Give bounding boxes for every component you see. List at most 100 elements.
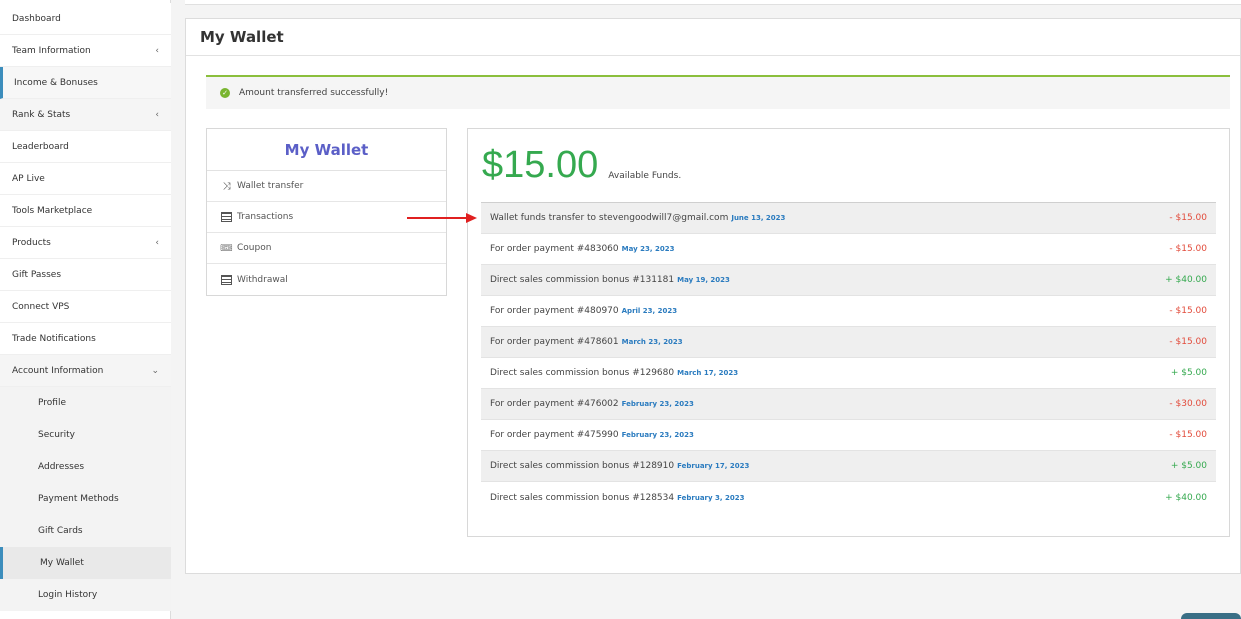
sidebar-item-products[interactable]: Products ‹ xyxy=(0,227,171,259)
sidebar-item-ap-live[interactable]: AP Live xyxy=(0,163,171,195)
transaction-date: April 23, 2023 xyxy=(621,307,678,315)
funds-summary: $15.00 Available Funds. xyxy=(482,145,681,185)
sidebar-item-label: Payment Methods xyxy=(38,494,119,504)
transaction-description: For order payment #480970 xyxy=(490,306,619,316)
sidebar-item-label: Login History xyxy=(38,590,98,600)
chevron-down-icon: ⌄ xyxy=(151,365,159,376)
sidebar-subitem-login-history[interactable]: Login History xyxy=(0,579,171,611)
transaction-description: For order payment #478601 xyxy=(490,337,619,347)
sidebar-item-dashboard[interactable]: Dashboard xyxy=(0,3,171,35)
alert-message: Amount transferred successfully! xyxy=(239,88,389,98)
sidebar-item-rank-stats[interactable]: Rank & Stats ‹ xyxy=(0,99,171,131)
table-row: Direct sales commission bonus #129680 Mar… xyxy=(481,358,1216,389)
transaction-date: February 3, 2023 xyxy=(677,493,745,502)
sidebar-subitem-profile[interactable]: Profile xyxy=(0,387,171,419)
chevron-left-icon: ‹ xyxy=(155,45,159,56)
wallet-menu-wallet-transfer[interactable]: ⤨ Wallet transfer xyxy=(207,171,446,202)
wallet-menu-label: Withdrawal xyxy=(237,274,288,285)
available-funds-label: Available Funds. xyxy=(608,171,682,181)
transaction-date: May 23, 2023 xyxy=(621,245,675,253)
table-row: For order payment #478601 March 23, 2023 … xyxy=(481,327,1216,358)
table-row: Direct sales commission bonus #128910 Feb… xyxy=(481,451,1216,482)
sidebar-item-trade-notifications[interactable]: Trade Notifications xyxy=(0,323,171,355)
transaction-amount: - $15.00 xyxy=(1169,244,1207,254)
transactions-table: Wallet funds transfer to stevengoodwill7… xyxy=(481,202,1216,513)
chat-widget-button[interactable] xyxy=(1181,613,1241,619)
table-row: Direct sales commission bonus #128534 Feb… xyxy=(481,482,1216,513)
sidebar-item-label: Rank & Stats xyxy=(12,109,71,120)
transaction-date: February 17, 2023 xyxy=(677,462,750,470)
sidebar-item-label: Dashboard xyxy=(12,13,61,24)
wallet-menu-coupon[interactable]: 🎟 Coupon xyxy=(207,233,446,264)
success-alert: ✓ Amount transferred successfully! xyxy=(206,75,1230,109)
chevron-left-icon: ‹ xyxy=(155,109,159,120)
sidebar: Dashboard Team Information ‹ Income & Bon… xyxy=(0,0,171,619)
sidebar-item-label: Gift Passes xyxy=(12,269,62,280)
sidebar-item-gift-passes[interactable]: Gift Passes xyxy=(0,259,171,291)
wallet-menu-label: Coupon xyxy=(237,243,272,253)
page-title: My Wallet xyxy=(186,19,1240,56)
wallet-menu-withdrawal[interactable]: Withdrawal xyxy=(207,264,446,295)
available-funds-amount: $15.00 xyxy=(482,144,599,186)
sidebar-item-team-information[interactable]: Team Information ‹ xyxy=(0,35,171,67)
annotation-arrow-icon xyxy=(407,213,477,223)
transaction-date: February 23, 2023 xyxy=(621,431,694,439)
transaction-amount: + $40.00 xyxy=(1165,275,1207,285)
table-row: Wallet funds transfer to stevengoodwill7… xyxy=(481,203,1216,234)
transaction-amount: - $15.00 xyxy=(1169,430,1207,440)
sidebar-item-label: Addresses xyxy=(38,462,85,472)
chevron-left-icon: ‹ xyxy=(155,237,159,248)
transaction-description: Direct sales commission bonus #128534 xyxy=(490,492,675,503)
transaction-amount: + $40.00 xyxy=(1165,492,1207,503)
table-row: For order payment #476002 February 23, 20… xyxy=(481,389,1216,420)
transaction-description: For order payment #483060 xyxy=(490,244,619,254)
sidebar-subitem-payment-methods[interactable]: Payment Methods xyxy=(0,483,171,515)
transaction-date: March 17, 2023 xyxy=(677,369,739,377)
list-icon xyxy=(221,212,232,222)
table-row: For order payment #483060 May 23, 2023 - … xyxy=(481,234,1216,265)
funds-panel: $15.00 Available Funds. Wallet funds tra… xyxy=(467,128,1230,537)
sidebar-item-label: Tools Marketplace xyxy=(12,205,93,216)
sidebar-item-label: Products xyxy=(12,237,51,248)
sidebar-item-label: Leaderboard xyxy=(12,141,69,152)
transaction-amount: - $15.00 xyxy=(1169,306,1207,316)
transaction-description: Direct sales commission bonus #129680 xyxy=(490,368,675,378)
sidebar-item-connect-vps[interactable]: Connect VPS xyxy=(0,291,171,323)
list-icon xyxy=(221,274,232,285)
transaction-amount: - $15.00 xyxy=(1169,337,1207,347)
sidebar-subitem-security[interactable]: Security xyxy=(0,419,171,451)
sidebar-item-label: Security xyxy=(38,430,75,440)
sidebar-item-label: Gift Cards xyxy=(38,526,83,536)
sidebar-item-leaderboard[interactable]: Leaderboard xyxy=(0,131,171,163)
transaction-amount: - $30.00 xyxy=(1169,399,1207,409)
wallet-menu-title: My Wallet xyxy=(207,129,446,171)
wallet-menu-label: Transactions xyxy=(237,212,294,222)
sidebar-item-label: AP Live xyxy=(12,173,45,184)
transaction-date: February 23, 2023 xyxy=(621,400,694,408)
sidebar-item-label: Account Information xyxy=(12,365,104,376)
transaction-amount: + $5.00 xyxy=(1170,368,1207,378)
sidebar-item-label: Connect VPS xyxy=(12,301,70,312)
transaction-date: May 19, 2023 xyxy=(677,276,730,284)
table-row: For order payment #475990 February 23, 20… xyxy=(481,420,1216,451)
sidebar-subitem-my-wallet[interactable]: My Wallet xyxy=(0,547,171,579)
transaction-description: Direct sales commission bonus #131181 xyxy=(490,275,675,285)
table-row: Direct sales commission bonus #131181 May… xyxy=(481,265,1216,296)
sidebar-subitem-gift-cards[interactable]: Gift Cards xyxy=(0,515,171,547)
sidebar-item-tools-marketplace[interactable]: Tools Marketplace xyxy=(0,195,171,227)
table-row: For order payment #480970 April 23, 2023 … xyxy=(481,296,1216,327)
tickets-icon: 🎟 xyxy=(220,242,233,254)
transaction-date: June 13, 2023 xyxy=(731,214,786,222)
check-circle-icon: ✓ xyxy=(220,88,230,98)
main-panel: My Wallet ✓ Amount transferred successfu… xyxy=(185,18,1241,574)
transaction-description: For order payment #475990 xyxy=(490,430,619,440)
sidebar-item-label: Income & Bonuses xyxy=(14,77,98,88)
sidebar-item-label: Trade Notifications xyxy=(12,333,96,344)
sidebar-item-label: Profile xyxy=(38,398,66,408)
transaction-amount: - $15.00 xyxy=(1169,213,1207,223)
transaction-description: Wallet funds transfer to stevengoodwill7… xyxy=(490,213,729,223)
sidebar-subitem-addresses[interactable]: Addresses xyxy=(0,451,171,483)
transaction-date: March 23, 2023 xyxy=(621,338,683,346)
sidebar-item-account-information[interactable]: Account Information ⌄ xyxy=(0,355,171,387)
sidebar-item-income-bonuses[interactable]: Income & Bonuses xyxy=(0,67,171,99)
